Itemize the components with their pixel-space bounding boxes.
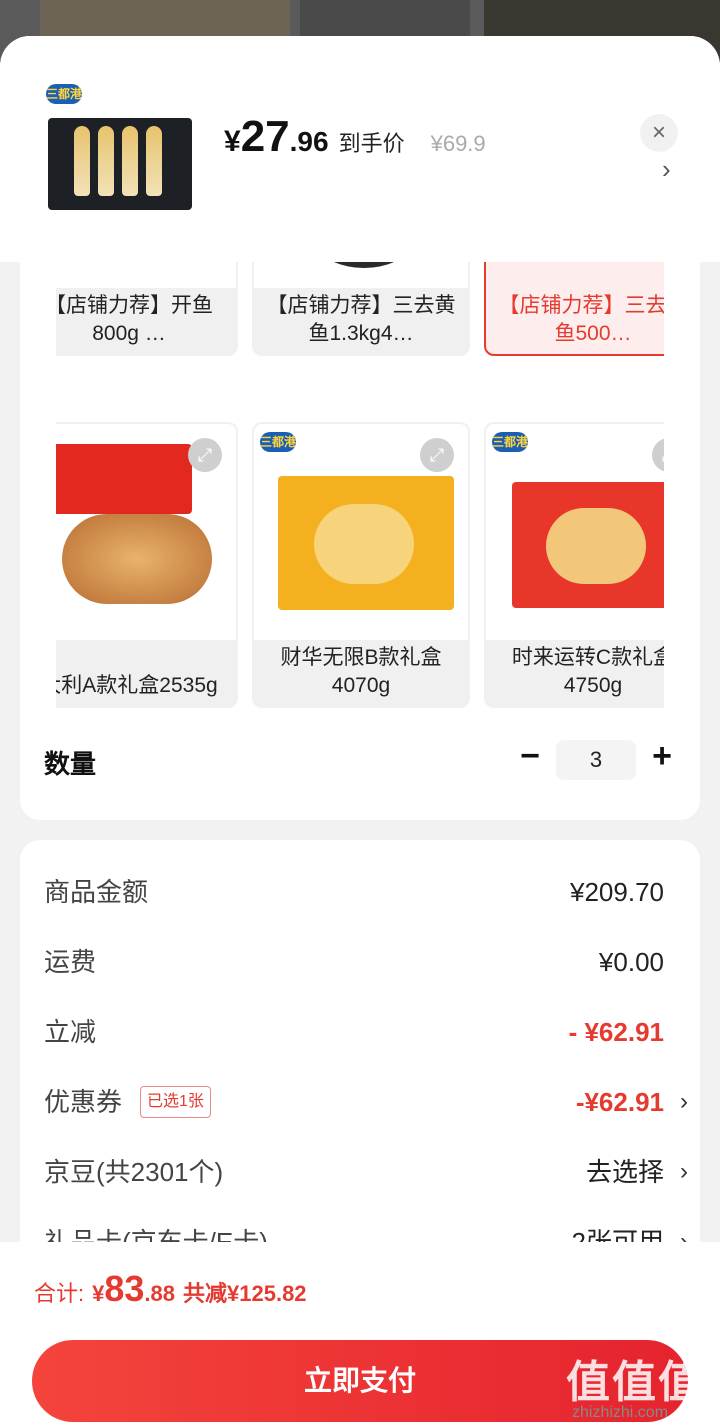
spec-option-label: 时来运转C款礼盒4750g (511, 646, 664, 697)
total-saved: 共减¥125.82 (183, 1281, 307, 1306)
fish-image (98, 126, 114, 196)
expand-icon[interactable]: ⤢ (188, 438, 222, 472)
coupon-selected-badge: 已选1张 (140, 1086, 211, 1118)
spec-option[interactable]: 三都港 ⤢ 财华无限B款礼盒4070g (252, 422, 470, 708)
shipping-row: 运费 ¥0.00 (44, 942, 684, 982)
jd-beans-label: 京豆(共2301个) (44, 1157, 224, 1187)
spec-option-label: 【店铺力荐】三去黄鱼500… (498, 294, 665, 345)
original-price: ¥69.9 (430, 131, 486, 156)
spec-option-label: 【店铺力荐】三去黄鱼1.3kg4… (266, 294, 456, 345)
instant-discount-row: 立减 - ¥62.91 (44, 1012, 684, 1052)
fish-image (146, 126, 162, 196)
price-integer: 27 (240, 112, 290, 161)
brand-logo: 三都港 (492, 432, 528, 452)
checkout-bar: 合计: ¥ 83 .88 共减¥125.82 立即支付 值值值 zhizhizh… (0, 1242, 720, 1428)
coupon-label: 优惠券 (44, 1087, 123, 1117)
brand-logo: 三都港 (260, 432, 296, 452)
goods-amount-label: 商品金额 (44, 877, 149, 907)
total-currency: ¥ (92, 1281, 105, 1306)
fish-image (122, 126, 138, 196)
close-icon[interactable]: × (640, 114, 678, 152)
product-thumbnail: 三都港 (40, 76, 200, 236)
watermark-url: zhizhizhi.com (572, 1404, 669, 1421)
expand-icon[interactable]: ⤢ (652, 438, 664, 472)
jd-beans-value: 去选择 (585, 1157, 664, 1187)
quantity-input[interactable]: 3 (556, 740, 636, 780)
sku-header: 三都港 ¥ 27 .96 到手价 ¥69.9 × › (0, 36, 720, 262)
coupon-row[interactable]: 优惠券 已选1张 -¥62.91 › (44, 1082, 688, 1122)
price-currency: ¥ (224, 125, 241, 158)
spec-option-label: 财华无限B款礼盒4070g (280, 646, 442, 697)
spec-option[interactable]: 三都港 ⤢ 时来运转C款礼盒4750g (484, 422, 664, 708)
expand-icon[interactable]: ⤢ (420, 438, 454, 472)
shipping-label: 运费 (44, 947, 97, 977)
product-image: ⤢ (56, 424, 236, 640)
instant-discount-label: 立减 (44, 1017, 97, 1047)
coupon-value: -¥62.91 (575, 1087, 664, 1117)
spec-option[interactable]: ⤢ 大利A款礼盒2535g (56, 422, 238, 708)
chevron-right-icon[interactable]: › (662, 154, 671, 185)
site-watermark: 值值值 zhizhizhi.com (566, 1346, 716, 1426)
spec-option-label: 【店铺力荐】开鱼800g … (56, 294, 213, 345)
brand-logo: 三都港 (46, 84, 82, 104)
price-decimal: .96 (289, 126, 329, 157)
spec-grid: 【店铺力荐】开鱼800g … 【店铺力荐】三去黄鱼1.3kg4… 【店铺力荐】三… (56, 216, 664, 716)
product-image: 三都港 ⤢ (254, 424, 468, 640)
chevron-right-icon[interactable]: › (680, 1082, 688, 1122)
cost-breakdown-card: 商品金额 ¥209.70 运费 ¥0.00 立减 - ¥62.91 优惠券 已选… (20, 840, 700, 1260)
price-row: ¥ 27 .96 到手价 ¥69.9 (224, 112, 486, 162)
quantity-label: 数量 (44, 749, 97, 779)
product-image: 三都港 ⤢ (486, 424, 664, 640)
goods-amount-row: 商品金额 ¥209.70 (44, 872, 684, 912)
instant-discount-value: - ¥62.91 (568, 1017, 664, 1047)
quantity-minus-button[interactable]: − (514, 736, 546, 776)
spec-option-label: 大利A款礼盒2535g (56, 674, 218, 697)
total-decimal: .88 (144, 1281, 176, 1306)
fish-board-image (48, 118, 192, 210)
watermark-logo: 值值值 (566, 1358, 704, 1407)
total-label: 合计: (34, 1281, 85, 1306)
chevron-right-icon[interactable]: › (680, 1152, 688, 1192)
total-integer: 83 (104, 1268, 145, 1309)
goods-amount-value: ¥209.70 (570, 877, 664, 907)
final-price-tag: 到手价 (338, 131, 405, 156)
jd-beans-row[interactable]: 京豆(共2301个) 去选择 › (44, 1152, 688, 1192)
fish-image (74, 126, 90, 196)
quantity-plus-button[interactable]: + (646, 736, 678, 776)
total-summary: 合计: ¥ 83 .88 共减¥125.82 (34, 1268, 307, 1310)
sku-selection-sheet: 【店铺力荐】开鱼800g … 【店铺力荐】三去黄鱼1.3kg4… 【店铺力荐】三… (0, 36, 720, 1428)
shipping-value: ¥0.00 (598, 947, 664, 977)
